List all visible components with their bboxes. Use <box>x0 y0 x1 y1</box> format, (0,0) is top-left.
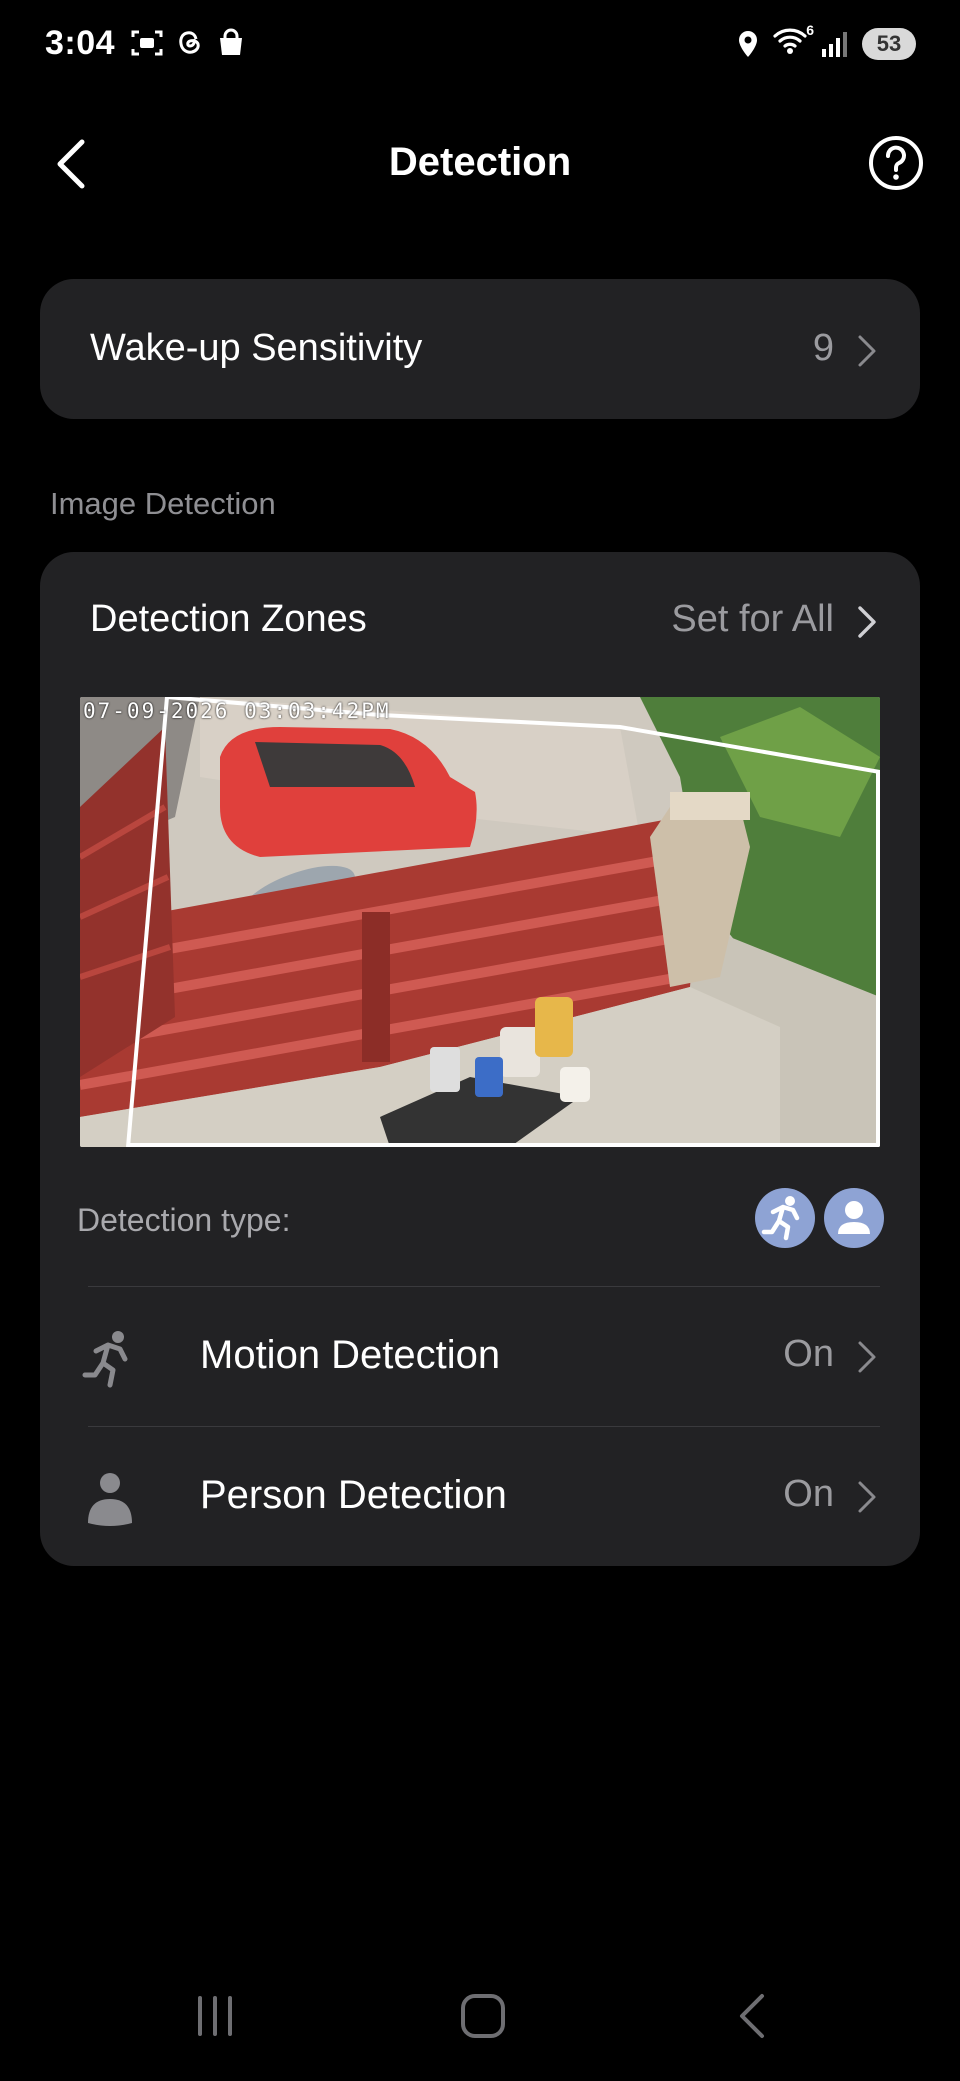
set-for-all-label: Set for All <box>671 598 834 640</box>
motion-detection-value: On <box>783 1333 834 1375</box>
recent-apps-button[interactable] <box>180 1986 250 2046</box>
battery-indicator: 53 <box>862 27 916 60</box>
shopping-bag-icon <box>220 28 242 55</box>
motion-detection-row[interactable]: Motion Detection On <box>40 1287 920 1427</box>
status-bar: 3:04 6 53 <box>0 0 960 96</box>
help-button[interactable] <box>867 134 925 192</box>
back-chevron-icon <box>740 1994 764 2038</box>
chevron-right-icon <box>858 1481 876 1513</box>
wakeup-sensitivity-label: Wake-up Sensitivity <box>90 327 423 369</box>
detection-type-label: Detection type: <box>77 1202 291 1238</box>
home-icon <box>461 1994 505 2038</box>
person-type-badge <box>824 1188 884 1248</box>
home-button[interactable] <box>448 1986 518 2046</box>
wifi-generation: 6 <box>806 22 814 38</box>
motion-detection-label: Motion Detection <box>200 1333 501 1377</box>
image-detection-section-label: Image Detection <box>50 486 276 521</box>
app-header: Detection <box>0 120 960 210</box>
chevron-right-icon <box>858 606 876 638</box>
status-system-icons: 6 53 <box>736 22 916 61</box>
wifi-indicator: 6 <box>772 22 814 61</box>
system-navigation-bar <box>0 1966 960 2081</box>
person-detection-label: Person Detection <box>200 1473 507 1517</box>
person-icon <box>838 1201 870 1234</box>
help-icon <box>869 136 923 190</box>
signal-icon <box>822 31 847 57</box>
camera-snapshot[interactable]: 07-09-2026 03:03:42PM <box>80 697 880 1147</box>
chevron-right-icon <box>858 335 876 367</box>
location-icon <box>739 30 757 57</box>
person-icon <box>88 1473 132 1526</box>
detection-zones-label: Detection Zones <box>90 598 367 640</box>
status-time: 3:04 <box>45 24 116 62</box>
wakeup-sensitivity-value: 9 <box>812 327 834 369</box>
wifi-icon <box>773 28 807 54</box>
person-detection-row[interactable]: Person Detection On <box>40 1427 920 1567</box>
page-title: Detection <box>388 140 572 184</box>
system-back-button[interactable] <box>718 1986 788 2046</box>
detection-screen: 3:04 6 53 Detection Wake-up Sensitivity … <box>0 0 960 2081</box>
wakeup-sensitivity-row[interactable]: Wake-up Sensitivity 9 <box>40 279 920 419</box>
camera-scene <box>80 697 880 1147</box>
status-notification-icons <box>130 28 246 58</box>
running-person-icon <box>82 1331 128 1388</box>
recent-apps-icon <box>198 1996 232 2036</box>
threads-icon <box>179 31 200 54</box>
screenshot-icon <box>131 30 163 56</box>
motion-type-badge <box>755 1188 815 1248</box>
running-person-icon <box>761 1196 800 1241</box>
image-detection-card: Detection Zones Set for All 07-09-2026 0… <box>40 552 920 1566</box>
camera-timestamp: 07-09-2026 03:03:42PM <box>83 699 391 723</box>
detection-zones-row[interactable]: Detection Zones Set for All <box>40 552 920 682</box>
chevron-right-icon <box>858 1341 876 1373</box>
person-detection-value: On <box>783 1473 834 1515</box>
